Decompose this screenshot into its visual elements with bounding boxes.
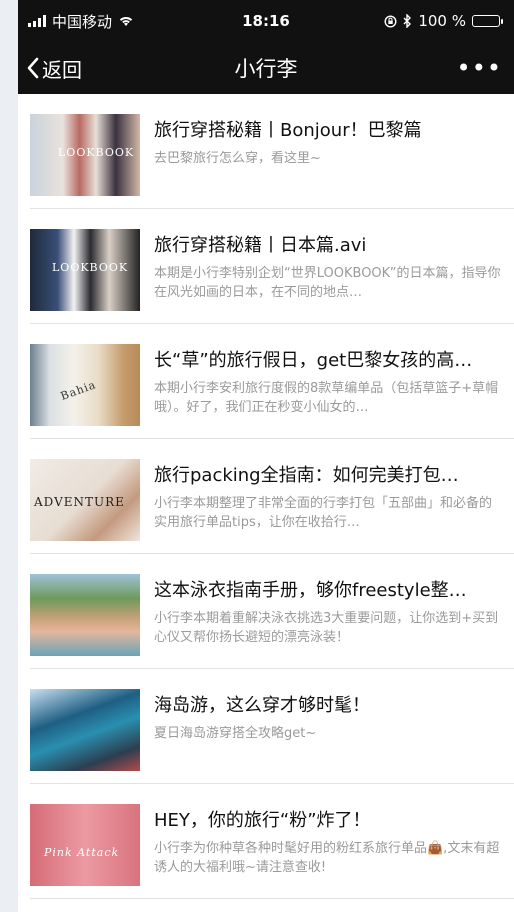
article-title: 旅行穿搭秘籍丨Bonjour！巴黎篇 <box>154 120 422 141</box>
article-thumbnail <box>30 689 140 771</box>
article-title: HEY，你的旅行“粉”炸了！ <box>154 810 371 831</box>
back-button[interactable]: 返回 <box>26 54 82 83</box>
article-list: LOOKBOOK 旅行穿搭秘籍丨Bonjour！巴黎篇 去巴黎旅行怎么穿，看这里… <box>18 94 514 899</box>
article-summary: 去巴黎旅行怎么穿，看这里~ <box>154 151 321 166</box>
article-thumbnail: Pink Attack <box>30 804 140 886</box>
article-item[interactable]: LOOKBOOK 旅行穿搭秘籍丨Bonjour！巴黎篇 去巴黎旅行怎么穿，看这里… <box>30 94 514 209</box>
article-summary: 本期小行李安利旅行度假的8款草编单品（包括草篮子+草帽哦）。好了，我们正在秒变小… <box>154 381 499 415</box>
back-label: 返回 <box>42 57 82 82</box>
article-text: 旅行穿搭秘籍丨日本篇.avi 本期是小行李特别企划“世界LOOKBOOK”的日本… <box>154 229 514 302</box>
article-summary: 夏日海岛游穿搭全攻略get~ <box>154 726 317 741</box>
article-thumbnail: ADVENTURE <box>30 459 140 541</box>
article-item[interactable]: Pink Attack HEY，你的旅行“粉”炸了！ 小行李为你种草各种时髦好用… <box>30 784 514 899</box>
thumbnail-caption: LOOKBOOK <box>58 146 135 159</box>
page-title: 小行李 <box>234 57 298 81</box>
article-text: 海岛游，这么穿才够时髦！ 夏日海岛游穿搭全攻略get~ <box>154 689 514 743</box>
article-text: 长“草”的旅行假日，get巴黎女孩的高… 本期小行李安利旅行度假的8款草编单品（… <box>154 344 514 417</box>
nav-bar: 返回 小行李 ••• <box>18 42 514 94</box>
signal-icon <box>28 15 46 27</box>
article-item[interactable]: 这本泳衣指南手册，够你freestyle整… 小行李本期着重解决泳衣挑选3大重要… <box>30 554 514 669</box>
thumbnail-caption: Bahia <box>58 378 98 403</box>
thumbnail-caption: ADVENTURE <box>34 495 125 509</box>
thumbnail-caption: LOOKBOOK <box>52 261 129 274</box>
article-item[interactable]: Bahia 长“草”的旅行假日，get巴黎女孩的高… 本期小行李安利旅行度假的8… <box>30 324 514 439</box>
article-item[interactable]: 海岛游，这么穿才够时髦！ 夏日海岛游穿搭全攻略get~ <box>30 669 514 784</box>
phone-screen: 中国移动 18:16 100 % 返回 小行李 ••• LOOKBOOK 旅行穿… <box>18 0 514 912</box>
article-item[interactable]: ADVENTURE 旅行packing全指南：如何完美打包… 小行李本期整理了非… <box>30 439 514 554</box>
article-text: 旅行packing全指南：如何完美打包… 小行李本期整理了非常全面的行李打包「五… <box>154 459 514 532</box>
article-text: HEY，你的旅行“粉”炸了！ 小行李为你种草各种时髦好用的粉红系旅行单品👜,文末… <box>154 804 514 877</box>
article-title: 海岛游，这么穿才够时髦！ <box>154 695 370 716</box>
article-thumbnail: LOOKBOOK <box>30 114 140 196</box>
article-thumbnail: Bahia <box>30 344 140 426</box>
article-title: 旅行packing全指南：如何完美打包… <box>154 465 459 486</box>
carrier-label: 中国移动 <box>52 12 113 31</box>
status-bar: 中国移动 18:16 100 % <box>18 0 514 42</box>
article-title: 长“草”的旅行假日，get巴黎女孩的高… <box>154 350 473 371</box>
article-summary: 小行李本期整理了非常全面的行李打包「五部曲」和必备的实用旅行单品tips，让你在… <box>154 496 493 530</box>
article-title: 这本泳衣指南手册，够你freestyle整… <box>154 580 467 601</box>
rotation-lock-icon <box>384 14 397 28</box>
wifi-icon <box>119 17 133 26</box>
status-left: 中国移动 <box>28 11 134 32</box>
article-summary: 小行李为你种草各种时髦好用的粉红系旅行单品👜,文末有超诱人的大福利哦~请注意查收… <box>154 841 500 875</box>
article-thumbnail: LOOKBOOK <box>30 229 140 311</box>
battery-icon <box>472 15 503 27</box>
status-right: 100 % <box>384 12 503 30</box>
chevron-left-icon <box>27 57 39 79</box>
article-title: 旅行穿搭秘籍丨日本篇.avi <box>154 235 367 256</box>
article-summary: 本期是小行李特别企划“世界LOOKBOOK”的日本篇，指导你在风光如画的日本，在… <box>154 266 501 300</box>
article-item[interactable]: LOOKBOOK 旅行穿搭秘籍丨日本篇.avi 本期是小行李特别企划“世界LOO… <box>30 209 514 324</box>
battery-label: 100 % <box>418 12 466 30</box>
article-text: 旅行穿搭秘籍丨Bonjour！巴黎篇 去巴黎旅行怎么穿，看这里~ <box>154 114 514 168</box>
thumbnail-caption: Pink Attack <box>44 846 120 859</box>
bluetooth-icon <box>403 14 412 28</box>
article-summary: 小行李本期着重解决泳衣挑选3大重要问题，让你选到+买到心仪又帮你扬长避短的漂亮泳… <box>154 611 499 645</box>
more-button[interactable]: ••• <box>457 56 502 80</box>
article-thumbnail <box>30 574 140 656</box>
article-text: 这本泳衣指南手册，够你freestyle整… 小行李本期着重解决泳衣挑选3大重要… <box>154 574 514 647</box>
